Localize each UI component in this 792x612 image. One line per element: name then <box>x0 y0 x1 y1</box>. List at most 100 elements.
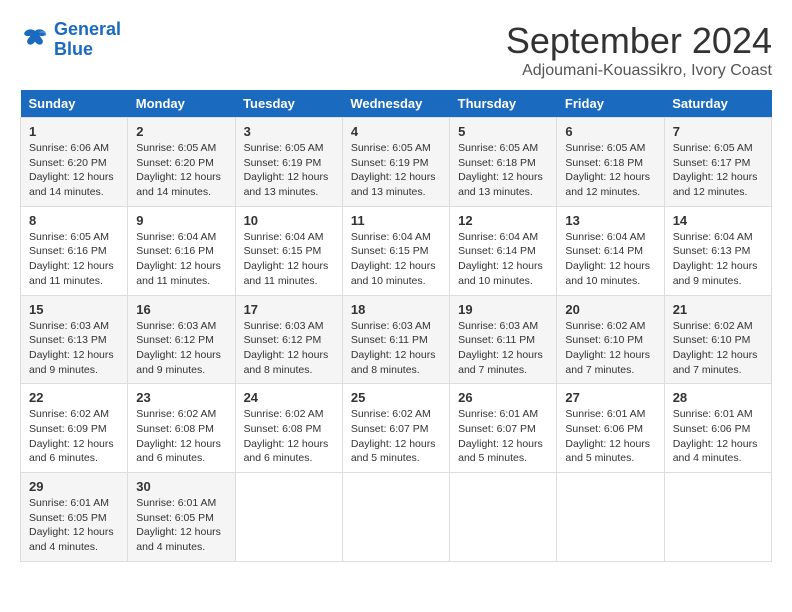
calendar-cell: 22 Sunrise: 6:02 AM Sunset: 6:09 PM Dayl… <box>21 384 128 473</box>
calendar-cell <box>664 473 771 562</box>
calendar-cell: 12 Sunrise: 6:04 AM Sunset: 6:14 PM Dayl… <box>450 206 557 295</box>
day-info: Sunrise: 6:05 AM Sunset: 6:20 PM Dayligh… <box>136 141 226 200</box>
day-info: Sunrise: 6:03 AM Sunset: 6:13 PM Dayligh… <box>29 319 119 378</box>
day-info: Sunrise: 6:03 AM Sunset: 6:12 PM Dayligh… <box>136 319 226 378</box>
calendar-cell: 15 Sunrise: 6:03 AM Sunset: 6:13 PM Dayl… <box>21 295 128 384</box>
calendar-cell: 11 Sunrise: 6:04 AM Sunset: 6:15 PM Dayl… <box>342 206 449 295</box>
day-info: Sunrise: 6:06 AM Sunset: 6:20 PM Dayligh… <box>29 141 119 200</box>
title-area: September 2024 Adjoumani-Kouassikro, Ivo… <box>506 20 772 80</box>
page-subtitle: Adjoumani-Kouassikro, Ivory Coast <box>506 62 772 80</box>
calendar-cell: 14 Sunrise: 6:04 AM Sunset: 6:13 PM Dayl… <box>664 206 771 295</box>
calendar-cell: 9 Sunrise: 6:04 AM Sunset: 6:16 PM Dayli… <box>128 206 235 295</box>
calendar-cell: 13 Sunrise: 6:04 AM Sunset: 6:14 PM Dayl… <box>557 206 664 295</box>
calendar-cell: 19 Sunrise: 6:03 AM Sunset: 6:11 PM Dayl… <box>450 295 557 384</box>
calendar-cell: 7 Sunrise: 6:05 AM Sunset: 6:17 PM Dayli… <box>664 118 771 207</box>
weekday-header-saturday: Saturday <box>664 90 771 118</box>
weekday-header-friday: Friday <box>557 90 664 118</box>
day-number: 23 <box>136 390 226 405</box>
day-info: Sunrise: 6:05 AM Sunset: 6:16 PM Dayligh… <box>29 230 119 289</box>
day-info: Sunrise: 6:02 AM Sunset: 6:07 PM Dayligh… <box>351 407 441 466</box>
day-info: Sunrise: 6:05 AM Sunset: 6:19 PM Dayligh… <box>244 141 334 200</box>
calendar-cell: 16 Sunrise: 6:03 AM Sunset: 6:12 PM Dayl… <box>128 295 235 384</box>
day-info: Sunrise: 6:03 AM Sunset: 6:11 PM Dayligh… <box>458 319 548 378</box>
calendar-week-row: 1 Sunrise: 6:06 AM Sunset: 6:20 PM Dayli… <box>21 118 772 207</box>
page-header: General Blue September 2024 Adjoumani-Ko… <box>20 20 772 80</box>
weekday-header-wednesday: Wednesday <box>342 90 449 118</box>
day-info: Sunrise: 6:04 AM Sunset: 6:15 PM Dayligh… <box>244 230 334 289</box>
day-number: 3 <box>244 124 334 139</box>
page-title: September 2024 <box>506 20 772 62</box>
day-number: 11 <box>351 213 441 228</box>
calendar-cell: 29 Sunrise: 6:01 AM Sunset: 6:05 PM Dayl… <box>21 473 128 562</box>
day-info: Sunrise: 6:01 AM Sunset: 6:07 PM Dayligh… <box>458 407 548 466</box>
calendar-cell: 25 Sunrise: 6:02 AM Sunset: 6:07 PM Dayl… <box>342 384 449 473</box>
day-info: Sunrise: 6:04 AM Sunset: 6:13 PM Dayligh… <box>673 230 763 289</box>
day-number: 25 <box>351 390 441 405</box>
day-info: Sunrise: 6:02 AM Sunset: 6:09 PM Dayligh… <box>29 407 119 466</box>
weekday-header-sunday: Sunday <box>21 90 128 118</box>
day-number: 2 <box>136 124 226 139</box>
day-number: 24 <box>244 390 334 405</box>
calendar-cell: 21 Sunrise: 6:02 AM Sunset: 6:10 PM Dayl… <box>664 295 771 384</box>
calendar-cell <box>235 473 342 562</box>
calendar-cell: 1 Sunrise: 6:06 AM Sunset: 6:20 PM Dayli… <box>21 118 128 207</box>
calendar-cell: 23 Sunrise: 6:02 AM Sunset: 6:08 PM Dayl… <box>128 384 235 473</box>
day-number: 29 <box>29 479 119 494</box>
day-number: 27 <box>565 390 655 405</box>
day-number: 1 <box>29 124 119 139</box>
weekday-header-tuesday: Tuesday <box>235 90 342 118</box>
day-number: 28 <box>673 390 763 405</box>
day-number: 19 <box>458 302 548 317</box>
day-number: 21 <box>673 302 763 317</box>
day-info: Sunrise: 6:02 AM Sunset: 6:08 PM Dayligh… <box>136 407 226 466</box>
day-info: Sunrise: 6:02 AM Sunset: 6:10 PM Dayligh… <box>565 319 655 378</box>
day-number: 10 <box>244 213 334 228</box>
day-info: Sunrise: 6:02 AM Sunset: 6:10 PM Dayligh… <box>673 319 763 378</box>
calendar-cell <box>557 473 664 562</box>
day-info: Sunrise: 6:04 AM Sunset: 6:14 PM Dayligh… <box>565 230 655 289</box>
calendar-cell: 26 Sunrise: 6:01 AM Sunset: 6:07 PM Dayl… <box>450 384 557 473</box>
calendar-cell <box>450 473 557 562</box>
day-info: Sunrise: 6:05 AM Sunset: 6:19 PM Dayligh… <box>351 141 441 200</box>
day-number: 8 <box>29 213 119 228</box>
day-number: 13 <box>565 213 655 228</box>
day-number: 6 <box>565 124 655 139</box>
day-info: Sunrise: 6:01 AM Sunset: 6:05 PM Dayligh… <box>29 496 119 555</box>
calendar-week-row: 8 Sunrise: 6:05 AM Sunset: 6:16 PM Dayli… <box>21 206 772 295</box>
calendar-cell: 18 Sunrise: 6:03 AM Sunset: 6:11 PM Dayl… <box>342 295 449 384</box>
calendar-week-row: 29 Sunrise: 6:01 AM Sunset: 6:05 PM Dayl… <box>21 473 772 562</box>
day-number: 15 <box>29 302 119 317</box>
calendar-cell: 4 Sunrise: 6:05 AM Sunset: 6:19 PM Dayli… <box>342 118 449 207</box>
day-info: Sunrise: 6:01 AM Sunset: 6:06 PM Dayligh… <box>565 407 655 466</box>
calendar-cell: 27 Sunrise: 6:01 AM Sunset: 6:06 PM Dayl… <box>557 384 664 473</box>
day-number: 4 <box>351 124 441 139</box>
calendar-cell: 8 Sunrise: 6:05 AM Sunset: 6:16 PM Dayli… <box>21 206 128 295</box>
calendar-table: SundayMondayTuesdayWednesdayThursdayFrid… <box>20 90 772 562</box>
calendar-cell: 17 Sunrise: 6:03 AM Sunset: 6:12 PM Dayl… <box>235 295 342 384</box>
day-info: Sunrise: 6:02 AM Sunset: 6:08 PM Dayligh… <box>244 407 334 466</box>
day-number: 14 <box>673 213 763 228</box>
logo-icon <box>20 25 50 55</box>
weekday-header-row: SundayMondayTuesdayWednesdayThursdayFrid… <box>21 90 772 118</box>
day-info: Sunrise: 6:04 AM Sunset: 6:15 PM Dayligh… <box>351 230 441 289</box>
day-info: Sunrise: 6:04 AM Sunset: 6:16 PM Dayligh… <box>136 230 226 289</box>
day-number: 18 <box>351 302 441 317</box>
calendar-cell: 3 Sunrise: 6:05 AM Sunset: 6:19 PM Dayli… <box>235 118 342 207</box>
day-number: 7 <box>673 124 763 139</box>
calendar-cell: 5 Sunrise: 6:05 AM Sunset: 6:18 PM Dayli… <box>450 118 557 207</box>
day-number: 17 <box>244 302 334 317</box>
day-info: Sunrise: 6:01 AM Sunset: 6:06 PM Dayligh… <box>673 407 763 466</box>
day-info: Sunrise: 6:05 AM Sunset: 6:18 PM Dayligh… <box>458 141 548 200</box>
calendar-cell: 28 Sunrise: 6:01 AM Sunset: 6:06 PM Dayl… <box>664 384 771 473</box>
day-info: Sunrise: 6:05 AM Sunset: 6:18 PM Dayligh… <box>565 141 655 200</box>
day-number: 20 <box>565 302 655 317</box>
logo: General Blue <box>20 20 121 60</box>
calendar-cell: 24 Sunrise: 6:02 AM Sunset: 6:08 PM Dayl… <box>235 384 342 473</box>
logo-text: General Blue <box>54 20 121 60</box>
calendar-week-row: 15 Sunrise: 6:03 AM Sunset: 6:13 PM Dayl… <box>21 295 772 384</box>
calendar-cell <box>342 473 449 562</box>
calendar-cell: 30 Sunrise: 6:01 AM Sunset: 6:05 PM Dayl… <box>128 473 235 562</box>
day-info: Sunrise: 6:05 AM Sunset: 6:17 PM Dayligh… <box>673 141 763 200</box>
day-info: Sunrise: 6:04 AM Sunset: 6:14 PM Dayligh… <box>458 230 548 289</box>
day-info: Sunrise: 6:03 AM Sunset: 6:12 PM Dayligh… <box>244 319 334 378</box>
